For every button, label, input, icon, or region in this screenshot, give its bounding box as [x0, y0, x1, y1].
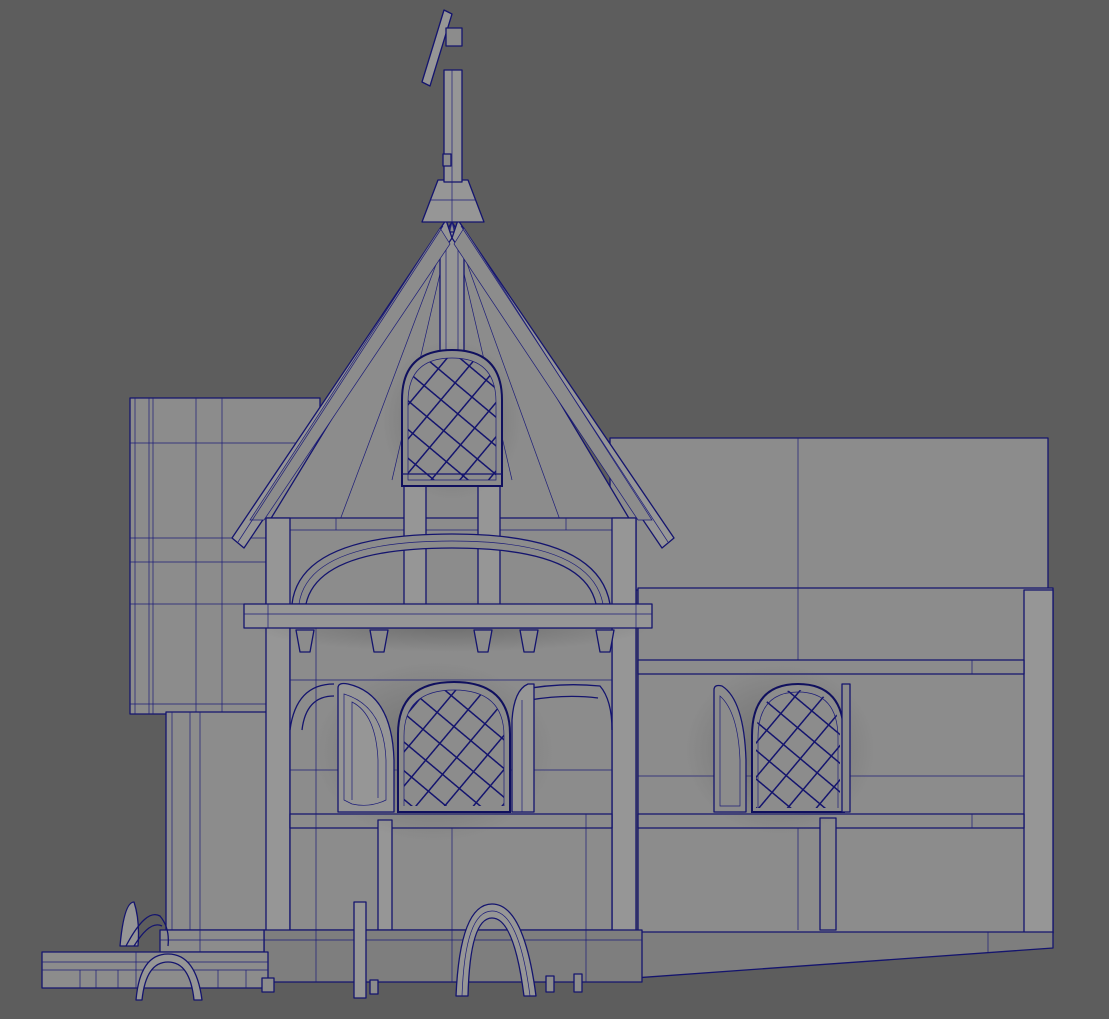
house-wireframe-model[interactable]	[0, 0, 1109, 1019]
balcony-ledge[interactable]	[243, 600, 653, 653]
arched-windows-front[interactable]	[314, 662, 554, 842]
arched-window-side[interactable]	[685, 665, 875, 835]
3d-viewport[interactable]	[0, 0, 1109, 1019]
gable-window[interactable]	[382, 340, 522, 500]
